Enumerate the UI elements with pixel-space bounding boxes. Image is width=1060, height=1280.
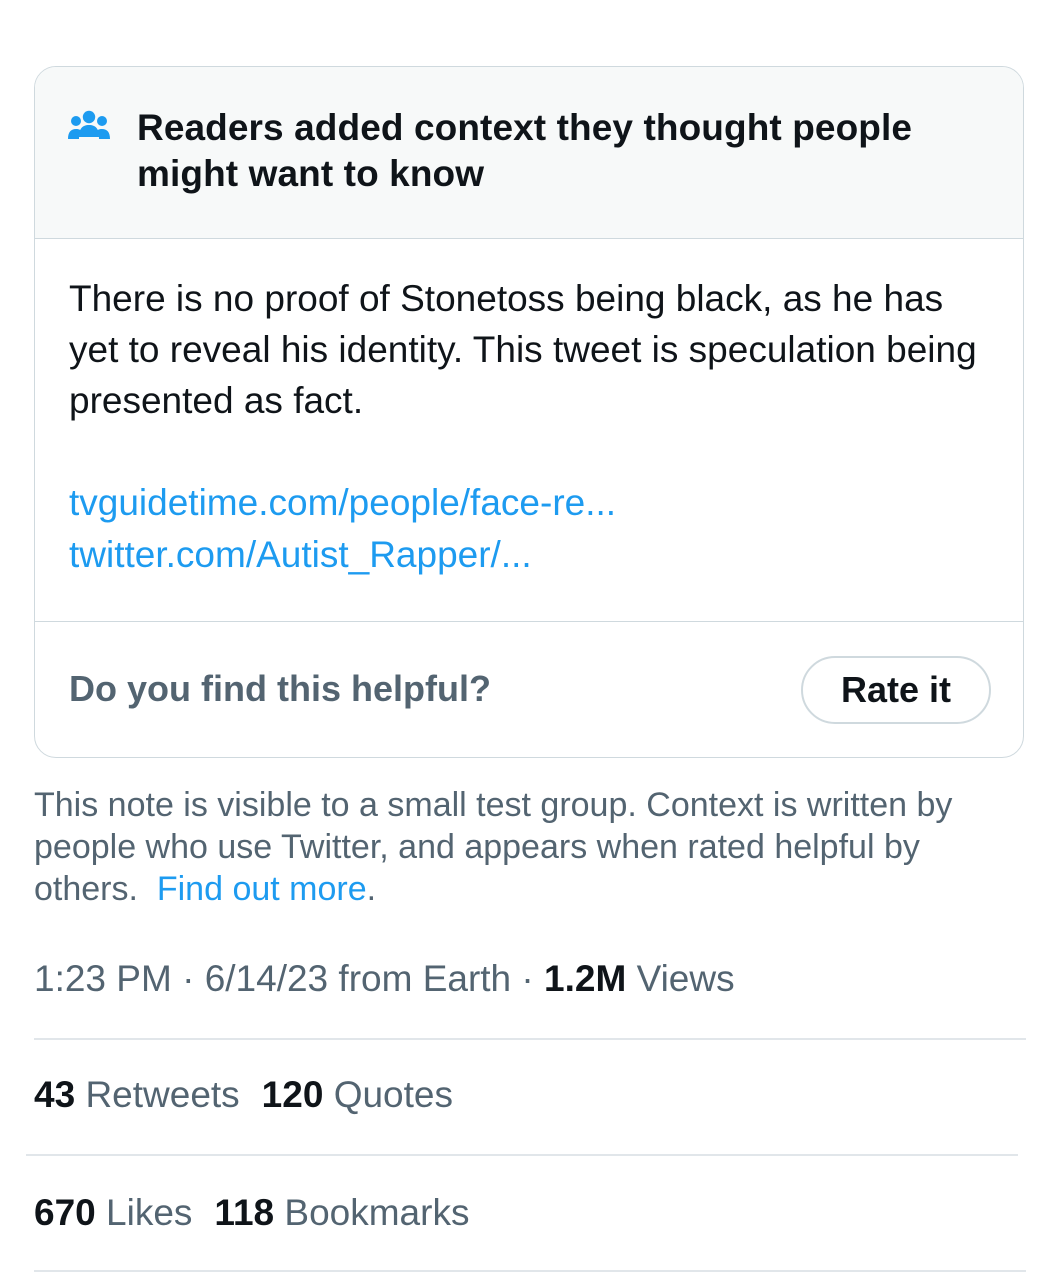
likes-count: 670 bbox=[34, 1192, 96, 1233]
note-source-links: tvguidetime.com/people/face-re... twitte… bbox=[69, 477, 999, 581]
people-group-icon bbox=[67, 109, 111, 145]
tweet-time[interactable]: 1:23 PM bbox=[34, 958, 172, 999]
note-footer: Do you find this helpful? Rate it bbox=[35, 621, 1023, 757]
tweet-source: from Earth bbox=[328, 958, 512, 999]
disclaimer-period: . bbox=[366, 870, 377, 908]
quotes-count: 120 bbox=[261, 1074, 324, 1115]
note-header: Readers added context they thought peopl… bbox=[35, 67, 1023, 239]
note-source-link-1[interactable]: tvguidetime.com/people/face-re... bbox=[69, 477, 999, 529]
views-label: Views bbox=[626, 958, 735, 999]
bookmarks-label: Bookmarks bbox=[284, 1192, 470, 1233]
helpful-question: Do you find this helpful? bbox=[69, 668, 491, 709]
divider bbox=[34, 1270, 1026, 1272]
meta-separator: · bbox=[511, 958, 545, 999]
meta-separator: · bbox=[171, 958, 205, 999]
quotes-stat[interactable]: 120 Quotes bbox=[262, 1070, 453, 1120]
find-out-more-link[interactable]: Find out more bbox=[157, 870, 367, 908]
likes-stat[interactable]: 670 Likes bbox=[34, 1188, 192, 1238]
retweets-count: 43 bbox=[34, 1074, 76, 1115]
community-note-card: Readers added context they thought peopl… bbox=[34, 66, 1024, 758]
note-body-text: There is no proof of Stonetoss being bla… bbox=[69, 278, 977, 421]
bookmarks-stat[interactable]: 118 Bookmarks bbox=[214, 1188, 469, 1238]
tweet-date[interactable]: 6/14/23 bbox=[205, 958, 328, 999]
engagement-stats-row-1: 43 Retweets 120 Quotes bbox=[34, 1070, 475, 1120]
bookmarks-count: 118 bbox=[214, 1192, 275, 1233]
divider bbox=[26, 1154, 1018, 1156]
likes-label: Likes bbox=[106, 1192, 193, 1233]
retweets-label: Retweets bbox=[85, 1074, 240, 1115]
divider bbox=[34, 1038, 1026, 1040]
note-header-title: Readers added context they thought peopl… bbox=[137, 107, 913, 194]
views-count: 1.2M bbox=[544, 958, 627, 999]
rate-it-button[interactable]: Rate it bbox=[801, 656, 991, 724]
engagement-stats-row-2: 670 Likes 118 Bookmarks bbox=[34, 1188, 491, 1238]
tweet-meta: 1:23 PM · 6/14/23 from Earth · 1.2M View… bbox=[34, 954, 735, 1004]
retweets-stat[interactable]: 43 Retweets bbox=[34, 1070, 240, 1120]
note-source-link-2[interactable]: twitter.com/Autist_Rapper/... bbox=[69, 529, 999, 581]
quotes-label: Quotes bbox=[333, 1074, 453, 1115]
note-visibility-disclaimer: This note is visible to a small test gro… bbox=[34, 784, 1034, 910]
